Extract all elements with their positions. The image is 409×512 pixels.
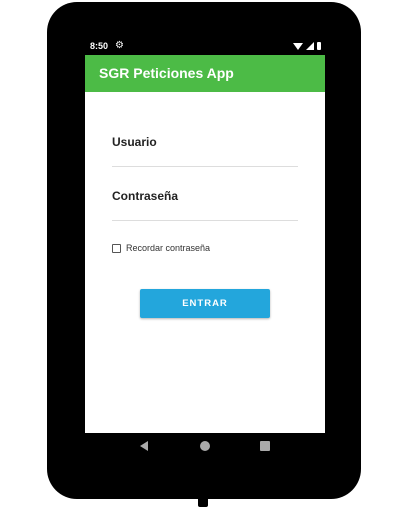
recent-apps-icon[interactable] <box>260 441 270 451</box>
login-button[interactable]: ENTRAR <box>140 289 270 318</box>
status-time: 8:50 <box>90 41 109 51</box>
navigation-bar <box>85 436 325 456</box>
username-field[interactable] <box>112 133 298 167</box>
wifi-icon <box>293 43 303 50</box>
back-icon[interactable] <box>140 441 148 451</box>
username-input[interactable] <box>112 135 298 149</box>
password-field[interactable] <box>112 187 298 221</box>
battery-icon <box>317 42 321 50</box>
app-title: SGR Peticiones App <box>99 65 234 81</box>
home-icon[interactable] <box>200 441 210 451</box>
tablet-frame: 8:50 ⚙ SGR Peticiones App Recordar contr… <box>47 2 361 507</box>
gear-icon: ⚙ <box>115 40 124 51</box>
password-input[interactable] <box>112 189 298 203</box>
app-bar: SGR Peticiones App <box>85 55 325 92</box>
remember-checkbox[interactable] <box>112 243 121 253</box>
status-icons <box>293 42 321 50</box>
signal-icon <box>306 42 314 50</box>
screen: 8:50 ⚙ SGR Peticiones App Recordar contr… <box>85 38 325 433</box>
remember-label: Recordar contraseña <box>126 243 211 253</box>
remember-password-option[interactable]: Recordar contraseña <box>112 243 210 253</box>
status-bar: 8:50 ⚙ <box>85 38 325 55</box>
